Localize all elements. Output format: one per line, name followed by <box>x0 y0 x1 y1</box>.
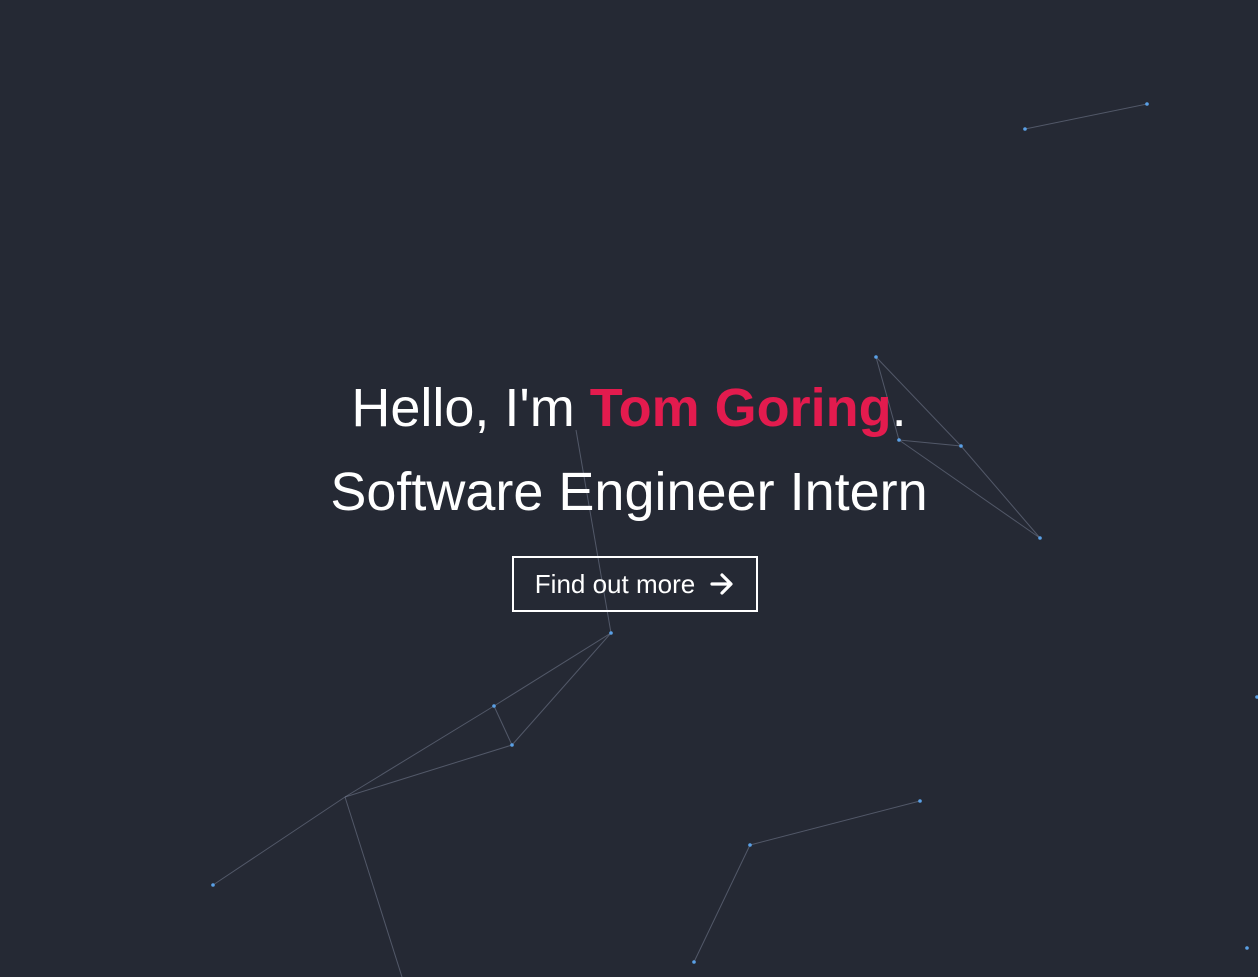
particle-lines <box>212 103 1148 977</box>
particle-dot <box>211 883 215 887</box>
find-out-more-button[interactable]: Find out more <box>512 556 758 612</box>
particle-dot <box>748 843 752 847</box>
particle-dot <box>492 704 496 708</box>
find-out-more-label: Find out more <box>534 568 696 599</box>
particle-link <box>693 844 751 963</box>
particle-dot <box>874 355 878 359</box>
particle-dot <box>609 631 613 635</box>
particle-link <box>749 800 921 846</box>
particle-dot <box>1023 127 1027 131</box>
particle-dot <box>918 799 922 803</box>
particle-dot <box>959 444 963 448</box>
particle-link <box>344 744 513 798</box>
particle-link <box>511 632 612 746</box>
hero-greeting: Hello, I'm Tom Goring. <box>0 378 1258 438</box>
particle-link <box>493 632 612 707</box>
greeting-prefix: Hello, I'm <box>351 378 590 438</box>
particle-dot <box>1245 946 1249 950</box>
greeting-suffix: . <box>891 378 907 438</box>
particle-dot <box>1145 102 1149 106</box>
arrow-right-icon <box>709 571 735 597</box>
particle-dots <box>211 102 1258 964</box>
particle-link <box>493 705 513 746</box>
particle-dot <box>897 438 901 442</box>
particle-dot <box>692 960 696 964</box>
particle-link <box>344 796 403 977</box>
particle-link <box>344 705 495 798</box>
hero-name: Tom Goring <box>589 378 892 438</box>
particle-link <box>1024 103 1148 130</box>
hero-role: Software Engineer Intern <box>330 462 928 522</box>
particle-dot <box>510 743 514 747</box>
particle-link <box>898 439 962 447</box>
hero-section: Hello, I'm Tom Goring. Software Engineer… <box>0 0 1258 977</box>
particle-link <box>212 796 346 886</box>
particle-dot <box>1038 536 1042 540</box>
